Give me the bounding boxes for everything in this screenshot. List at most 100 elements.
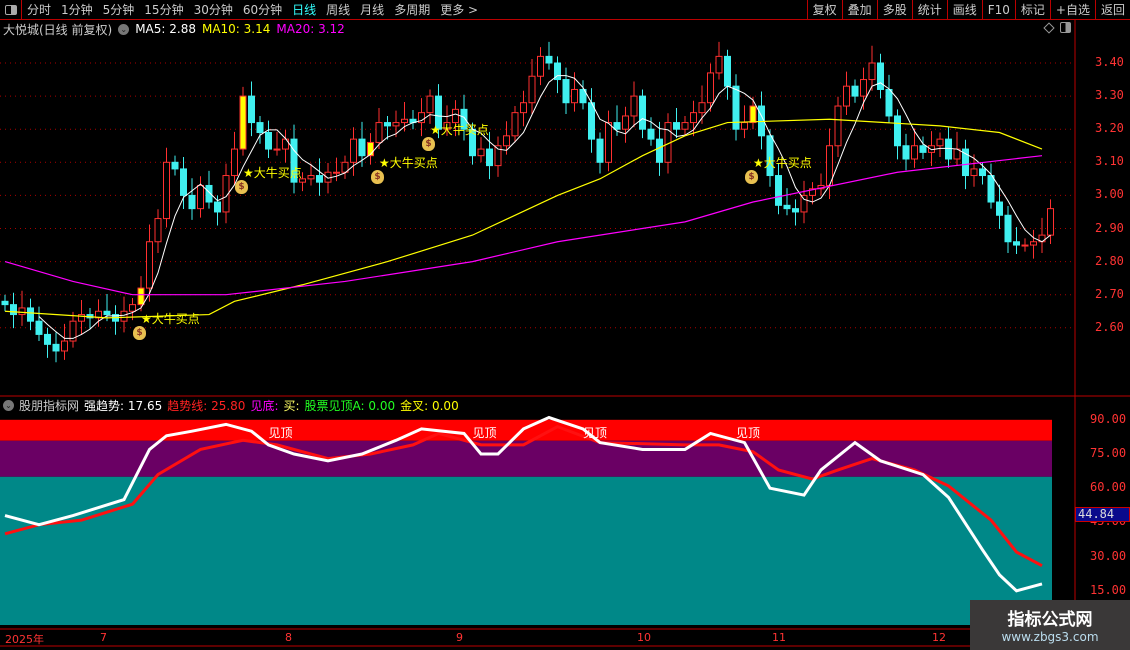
- money-bag-icon: $: [133, 325, 146, 340]
- candle: [596, 132, 604, 174]
- candle: [783, 188, 791, 216]
- candle: [537, 47, 544, 86]
- candle: [562, 67, 570, 114]
- price-tick-label: 3.40: [1095, 55, 1124, 69]
- candle: [239, 86, 247, 156]
- candle: [1, 294, 9, 312]
- candle: [715, 41, 723, 80]
- candle: [987, 163, 995, 209]
- price-tick-label: 3.30: [1095, 88, 1124, 103]
- candle: [341, 155, 349, 179]
- candle: [112, 305, 119, 335]
- candle: [154, 209, 162, 253]
- buy-signal-label: ★大牛买点: [243, 166, 302, 181]
- buy-signal-label: ★大牛买点: [141, 311, 200, 326]
- strong-trend-value: 强趋势: 17.65: [84, 399, 163, 413]
- normal-band: [0, 476, 1052, 625]
- indicator-tick-label: 90.00: [1090, 411, 1127, 426]
- price-tick-label: 2.90: [1095, 220, 1124, 235]
- candle: [681, 115, 689, 136]
- candle: [970, 154, 978, 187]
- candle: [35, 306, 43, 342]
- bottom-label: 见底:: [250, 399, 279, 413]
- candle: [673, 108, 680, 139]
- indicator-tick-label: 15.00: [1090, 582, 1127, 597]
- candle: [843, 71, 850, 115]
- buy-signal-label: ★大牛买点: [430, 123, 489, 138]
- price-tick-label: 3.10: [1095, 154, 1124, 169]
- candle: [834, 96, 842, 158]
- candle: [137, 276, 145, 312]
- candle: [622, 106, 629, 143]
- golden-cross-value: 金叉: 0.00: [400, 399, 459, 413]
- candle: [418, 98, 425, 137]
- candle: [749, 96, 757, 130]
- indicator-header: ⌄ 股朋指标网 强趋势: 17.65 趋势线: 25.80 见底: 买: 股票见…: [3, 398, 459, 413]
- money-bag-icon: $: [745, 170, 758, 185]
- candle: [367, 133, 374, 165]
- candle: [1021, 238, 1029, 252]
- candle: [146, 224, 153, 302]
- candle: [333, 157, 340, 182]
- money-bag-icon: $: [235, 180, 248, 195]
- candle: [44, 327, 51, 358]
- indicator-name: 股朋指标网: [19, 399, 80, 413]
- buy-signal-label: ★大牛买点: [379, 156, 438, 171]
- candle: [27, 298, 34, 331]
- candle: [817, 173, 825, 196]
- date-tick-label: 7: [100, 631, 107, 644]
- watermark-title: 指标公式网: [1007, 610, 1093, 630]
- candle: [52, 332, 60, 363]
- candle: [197, 176, 204, 218]
- candle: [273, 131, 281, 156]
- candle: [290, 124, 298, 194]
- candle: [188, 178, 196, 220]
- candle: [163, 147, 170, 228]
- candle: [477, 137, 485, 163]
- top-signal-label: 见顶: [736, 426, 761, 440]
- top-signal-label: 见顶: [472, 426, 497, 440]
- date-tick-label: 10: [637, 631, 651, 644]
- candle: [316, 158, 323, 196]
- candle: [18, 290, 26, 326]
- candle: [86, 307, 94, 330]
- candle: [511, 106, 519, 143]
- candle: [588, 88, 595, 153]
- candle: [554, 56, 561, 94]
- current-value-badge: 44.84: [1075, 507, 1130, 522]
- candle: [894, 109, 901, 160]
- top-signal-label: 见顶: [268, 426, 293, 440]
- candle: [800, 180, 808, 224]
- candle: [902, 133, 910, 171]
- candle: [1013, 227, 1020, 254]
- candle: [724, 49, 731, 100]
- price-tick-label: 3.20: [1095, 121, 1124, 136]
- candle: [1030, 229, 1037, 259]
- candle: [248, 81, 255, 137]
- candle: [851, 79, 859, 103]
- buy-signal-label: ★大牛买点: [753, 156, 812, 171]
- top-signal-label: 见顶: [583, 426, 608, 440]
- candle: [1038, 217, 1046, 253]
- candle: [792, 199, 799, 226]
- candle: [545, 41, 553, 70]
- date-tick-label: 12: [932, 631, 946, 644]
- candle: [171, 155, 179, 176]
- candle: [409, 110, 417, 130]
- candle: [69, 311, 77, 348]
- price-tick-label: 2.80: [1095, 253, 1124, 268]
- candle: [78, 299, 85, 335]
- date-tick-label: 9: [456, 631, 463, 644]
- price-tick-label: 3.00: [1095, 187, 1124, 202]
- candle: [1004, 205, 1012, 253]
- trend-line-value: 趋势线: 25.80: [167, 399, 246, 413]
- overbought-band: [0, 419, 1052, 441]
- candle: [868, 45, 876, 91]
- candle: [392, 110, 400, 138]
- indicator-tick-label: 75.00: [1090, 446, 1127, 460]
- date-tick-label: 8: [285, 631, 292, 644]
- candle: [231, 131, 238, 185]
- indicator-tick-label: 30.00: [1090, 548, 1127, 563]
- chevron-down-icon[interactable]: ⌄: [3, 400, 14, 411]
- money-bag-icon: $: [371, 170, 384, 185]
